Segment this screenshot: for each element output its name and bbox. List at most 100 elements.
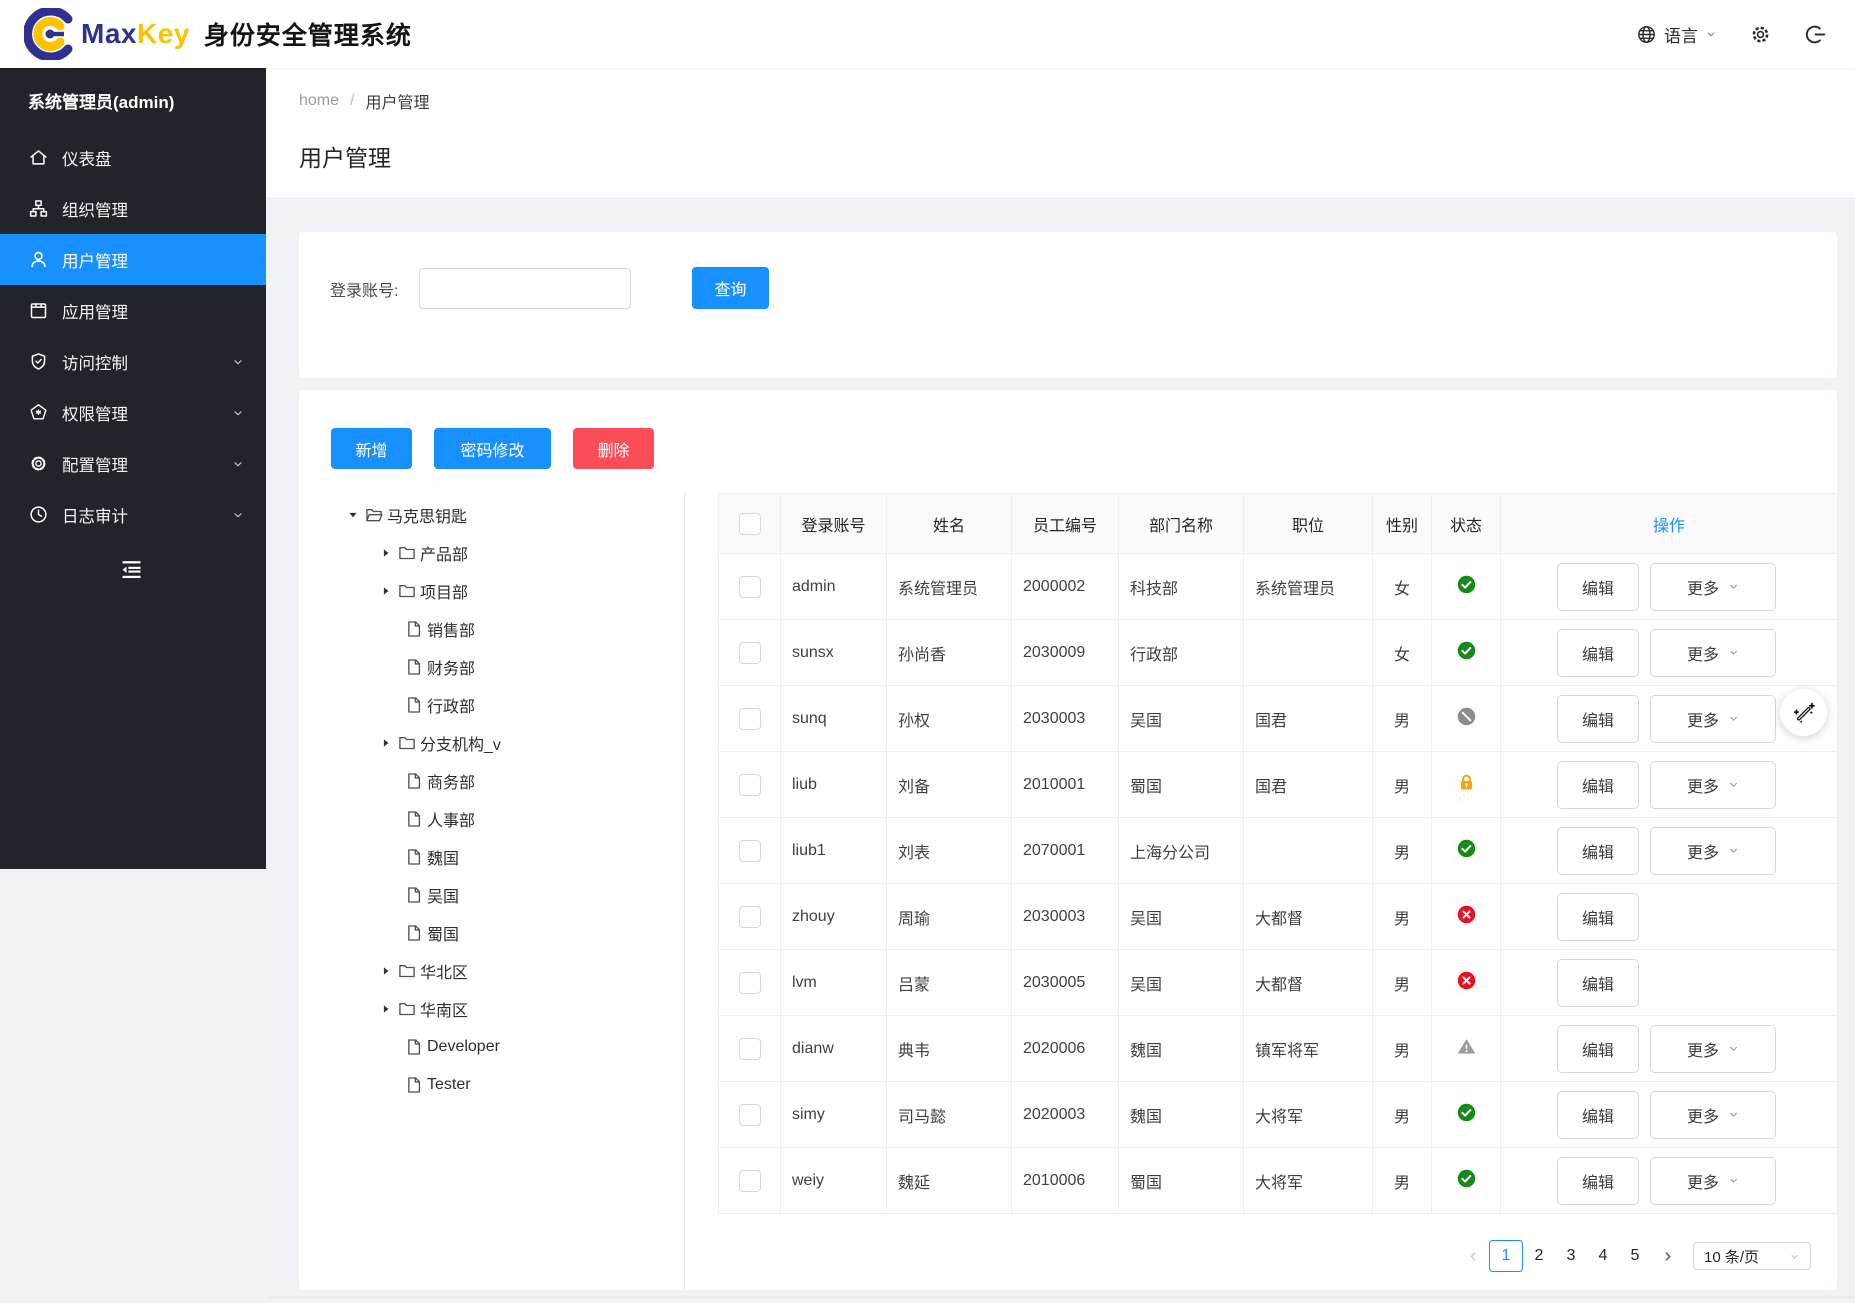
sidebar-item-clock[interactable]: 日志审计 <box>0 489 266 540</box>
tree-item[interactable]: 马克思钥匙 <box>299 496 684 534</box>
theme-wand-button[interactable] <box>1780 689 1827 736</box>
caret-right-icon[interactable] <box>375 732 397 754</box>
more-button[interactable]: 更多 <box>1650 563 1776 611</box>
column-header: 状态 <box>1432 494 1501 554</box>
delete-button[interactable]: 删除 <box>573 428 654 469</box>
pagination-page-5[interactable]: 5 <box>1619 1240 1651 1272</box>
more-button[interactable]: 更多 <box>1650 695 1776 743</box>
edit-button[interactable]: 编辑 <box>1557 827 1639 875</box>
org-icon <box>28 198 49 219</box>
more-button[interactable]: 更多 <box>1650 827 1776 875</box>
tree-item[interactable]: 华北区 <box>299 952 684 990</box>
pagination-prev-icon[interactable] <box>1457 1240 1489 1272</box>
edit-button[interactable]: 编辑 <box>1557 1157 1639 1205</box>
tree-item[interactable]: 魏国 <box>299 838 684 876</box>
query-button[interactable]: 查询 <box>692 267 769 309</box>
edit-button[interactable]: 编辑 <box>1557 629 1639 677</box>
row-checkbox-cell <box>719 752 781 818</box>
tree-item-label: 项目部 <box>420 579 468 603</box>
sidebar-item-user[interactable]: 用户管理 <box>0 234 266 285</box>
edit-button[interactable]: 编辑 <box>1557 959 1639 1007</box>
status-warning-icon <box>1456 1036 1477 1057</box>
page-size-select[interactable]: 10 条/页 <box>1693 1242 1811 1270</box>
tree-item[interactable]: 人事部 <box>299 800 684 838</box>
row-checkbox[interactable] <box>739 1038 761 1060</box>
home-icon <box>28 147 49 168</box>
row-checkbox[interactable] <box>739 1170 761 1192</box>
more-button[interactable]: 更多 <box>1650 761 1776 809</box>
pagination-page-2[interactable]: 2 <box>1523 1240 1555 1272</box>
row-checkbox[interactable] <box>739 708 761 730</box>
login-account-input[interactable] <box>419 268 631 309</box>
edit-button[interactable]: 编辑 <box>1557 695 1639 743</box>
department-cell: 科技部 <box>1119 554 1244 620</box>
row-checkbox[interactable] <box>739 642 761 664</box>
row-checkbox[interactable] <box>739 1104 761 1126</box>
caret-right-icon[interactable] <box>375 960 397 982</box>
file-icon <box>404 1075 424 1095</box>
pagination-page-4[interactable]: 4 <box>1587 1240 1619 1272</box>
row-checkbox[interactable] <box>739 576 761 598</box>
status-cell <box>1432 1148 1501 1214</box>
tree-item[interactable]: Tester <box>299 1066 684 1104</box>
edit-button[interactable]: 编辑 <box>1557 1091 1639 1139</box>
sidebar-item-org[interactable]: 组织管理 <box>0 183 266 234</box>
pagination-next-icon[interactable] <box>1651 1240 1683 1272</box>
column-header: 部门名称 <box>1119 494 1244 554</box>
column-header: 职位 <box>1244 494 1373 554</box>
sidebar-item-pentagon[interactable]: 权限管理 <box>0 387 266 438</box>
more-button[interactable]: 更多 <box>1650 1091 1776 1139</box>
page-size-value: 10 条/页 <box>1704 1246 1759 1267</box>
sidebar-item-app[interactable]: 应用管理 <box>0 285 266 336</box>
add-button[interactable]: 新增 <box>331 428 412 469</box>
gender-cell: 男 <box>1373 1082 1432 1148</box>
name-cell: 孙权 <box>887 686 1012 752</box>
tree-item[interactable]: 财务部 <box>299 648 684 686</box>
tree-item[interactable]: 项目部 <box>299 572 684 610</box>
tree-item[interactable]: 蜀国 <box>299 914 684 952</box>
more-button[interactable]: 更多 <box>1650 1157 1776 1205</box>
menu-fold-button[interactable] <box>0 540 266 583</box>
tree-item[interactable]: 产品部 <box>299 534 684 572</box>
tree-item[interactable]: 吴国 <box>299 876 684 914</box>
edit-button[interactable]: 编辑 <box>1557 1025 1639 1073</box>
sidebar-item-shield[interactable]: 访问控制 <box>0 336 266 387</box>
edit-button[interactable]: 编辑 <box>1557 563 1639 611</box>
tree-item[interactable]: Developer <box>299 1028 684 1066</box>
sidebar-item-gear[interactable]: 配置管理 <box>0 438 266 489</box>
select-all-checkbox[interactable] <box>739 513 761 535</box>
row-checkbox[interactable] <box>739 774 761 796</box>
employee-no-cell: 2020006 <box>1012 1016 1119 1082</box>
pagination-page-1[interactable]: 1 <box>1489 1240 1523 1272</box>
tree-item[interactable]: 销售部 <box>299 610 684 648</box>
row-checkbox[interactable] <box>739 840 761 862</box>
more-button[interactable]: 更多 <box>1650 629 1776 677</box>
caret-down-icon[interactable] <box>342 504 364 526</box>
tree-item-label: 华北区 <box>420 959 468 983</box>
column-header: 操作 <box>1501 494 1838 554</box>
tree-item[interactable]: 分支机构_v <box>299 724 684 762</box>
more-button-label: 更多 <box>1687 1103 1719 1127</box>
row-checkbox[interactable] <box>739 972 761 994</box>
caret-right-icon[interactable] <box>375 580 397 602</box>
tree-item[interactable]: 华南区 <box>299 990 684 1028</box>
change-password-button[interactable]: 密码修改 <box>434 428 551 469</box>
language-switcher[interactable]: 语言 <box>1636 22 1717 47</box>
tree-item[interactable]: 行政部 <box>299 686 684 724</box>
status-cell <box>1432 686 1501 752</box>
sidebar-item-home[interactable]: 仪表盘 <box>0 132 266 183</box>
folder-icon <box>397 999 417 1019</box>
breadcrumb-home-link[interactable]: home <box>299 92 339 110</box>
edit-button[interactable]: 编辑 <box>1557 761 1639 809</box>
edit-button[interactable]: 编辑 <box>1557 893 1639 941</box>
sidebar-item-label: 仪表盘 <box>62 146 112 170</box>
more-button[interactable]: 更多 <box>1650 1025 1776 1073</box>
pagination-page-3[interactable]: 3 <box>1555 1240 1587 1272</box>
caret-right-icon[interactable] <box>375 542 397 564</box>
row-checkbox[interactable] <box>739 906 761 928</box>
caret-right-icon[interactable] <box>375 998 397 1020</box>
logout-power-icon[interactable] <box>1804 23 1827 46</box>
tree-item-label: 蜀国 <box>427 921 459 945</box>
settings-gear-icon[interactable] <box>1749 23 1772 46</box>
tree-item[interactable]: 商务部 <box>299 762 684 800</box>
